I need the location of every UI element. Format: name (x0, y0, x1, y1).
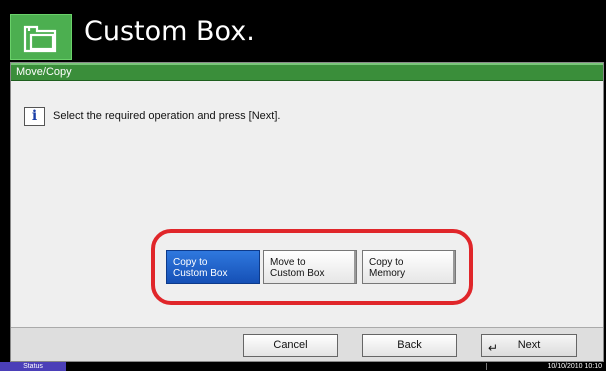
status-bar: Status 10/10/2010 10:10 (0, 362, 606, 371)
info-message: i Select the required operation and pres… (24, 105, 280, 127)
boxes-icon (10, 14, 72, 60)
option-label-line2: Custom Box (270, 268, 325, 279)
status-button[interactable]: Status (0, 362, 66, 371)
next-button[interactable]: ↵ Next (481, 334, 577, 357)
button-bar: Cancel Back ↵ Next (11, 327, 603, 361)
cancel-button[interactable]: Cancel (243, 334, 338, 357)
enter-icon: ↵ (488, 341, 499, 355)
move-copy-panel: Move/Copy i Select the required operatio… (10, 62, 604, 362)
option-label-line2: Memory (369, 268, 406, 279)
back-button[interactable]: Back (362, 334, 457, 357)
panel-body: i Select the required operation and pres… (11, 82, 603, 327)
status-datetime: 10/10/2010 10:10 (547, 363, 603, 370)
next-label: Next (517, 339, 541, 351)
option-label-line1: Copy to (369, 257, 404, 268)
status-divider (486, 363, 487, 370)
copy-to-memory-button[interactable]: Copy to Memory (362, 250, 456, 284)
option-label-line2: Custom Box (173, 268, 228, 279)
move-to-custom-box-button[interactable]: Move to Custom Box (263, 250, 357, 284)
option-label-line1: Copy to (173, 257, 208, 268)
instruction-text: Select the required operation and press … (53, 110, 281, 122)
page-title: Custom Box. (84, 16, 255, 47)
panel-title-accent (11, 63, 603, 65)
header: Custom Box. (0, 0, 606, 62)
option-label-line1: Move to (270, 257, 306, 268)
screen: Custom Box. Move/Copy i Select the requi… (0, 0, 606, 371)
copy-to-custom-box-button[interactable]: Copy to Custom Box (166, 250, 260, 284)
panel-title: Move/Copy (16, 66, 72, 78)
panel-title-bar: Move/Copy (11, 63, 603, 81)
info-icon: i (24, 106, 45, 126)
